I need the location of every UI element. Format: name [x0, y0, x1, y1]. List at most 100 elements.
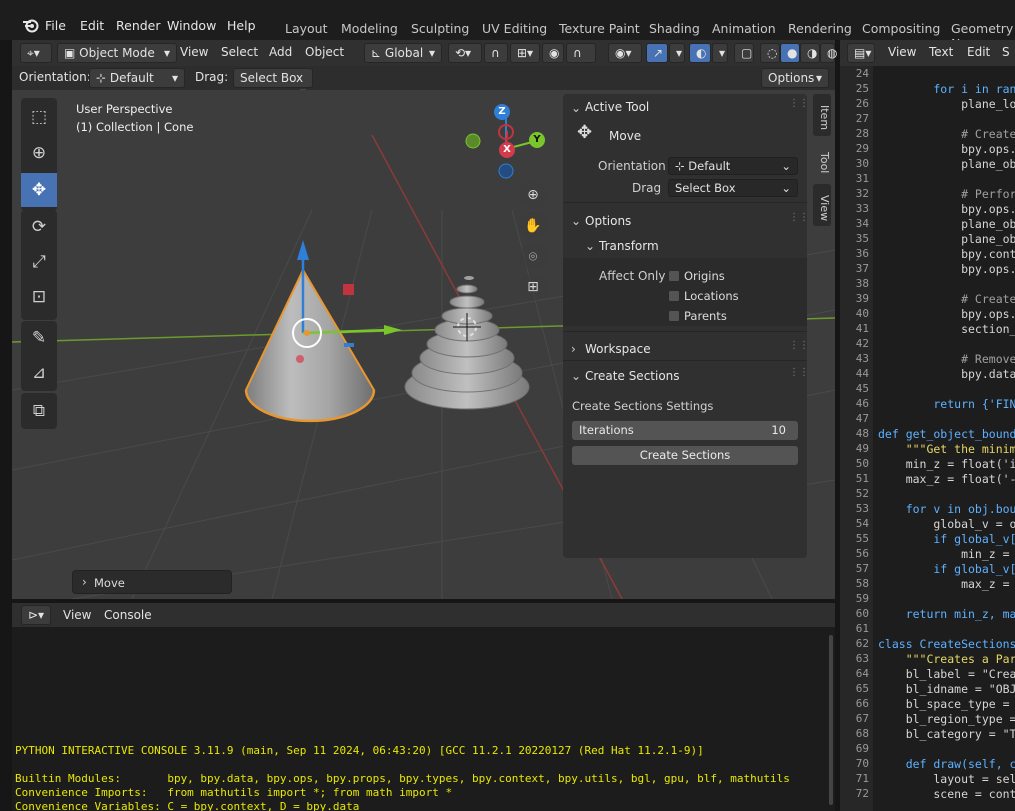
shading-rendered-button[interactable]: ◍ — [820, 43, 837, 63]
code-line: bpy.ops. — [878, 262, 1015, 276]
overlays-dropdown[interactable]: ▾ — [712, 43, 728, 63]
shading-wireframe-button[interactable]: ◌ — [760, 43, 780, 63]
python-console[interactable]: PYTHON INTERACTIVE CONSOLE 3.11.9 (main,… — [12, 627, 835, 811]
menu-help[interactable]: Help — [227, 18, 256, 33]
xray-toggle[interactable]: ▢ — [734, 43, 754, 63]
viewport-3d[interactable]: Z Y X User Perspective (1) Collection | … — [12, 90, 835, 599]
text-editor[interactable]: 24 25 26 27 28 29 30 31 32 33 34 35 36 37 38 39 40 41 42 43… — [840, 66, 1015, 811]
workspace-tab-animation[interactable]: Animation — [712, 21, 776, 36]
object-mode-dropdown[interactable]: ▣ Object Mode ▾ — [57, 43, 177, 63]
camera-view-button[interactable]: ⌾ — [519, 243, 547, 271]
tool-rotate[interactable]: ⟳ — [21, 210, 57, 244]
code-line: bpy.cont — [878, 247, 1015, 261]
code-line: for i in ran — [878, 82, 1015, 96]
viewport-menu-select[interactable]: Select — [221, 45, 258, 59]
shading-solid-button[interactable]: ● — [780, 43, 800, 63]
workspace-tab-uv-editing[interactable]: UV Editing — [482, 21, 547, 36]
console-menu-view[interactable]: View — [63, 608, 91, 622]
snap-target-dropdown[interactable]: ⊞▾ — [510, 43, 540, 63]
create-sections-panel-title[interactable]: Create Sections — [585, 369, 680, 383]
proportional-edit-toggle[interactable]: ◉ — [542, 43, 564, 63]
tool-scale[interactable]: ⤢ — [21, 245, 57, 279]
drag-grip-icon[interactable]: ⋮⋮ — [789, 340, 809, 351]
gizmo-toggle[interactable]: ↗ — [646, 43, 668, 63]
tool-move[interactable]: ✥ — [21, 173, 57, 207]
sidebar-tab-item[interactable]: Item — [813, 94, 831, 136]
snap-toggle[interactable]: ∩ — [484, 43, 508, 63]
perspective-toggle-button[interactable]: ⊞ — [519, 273, 547, 301]
affect-origins-label[interactable]: Origins — [684, 269, 725, 283]
sidebar-tab-tool[interactable]: Tool — [813, 139, 831, 181]
shading-material-button[interactable]: ◑ — [800, 43, 820, 63]
affect-locations-label[interactable]: Locations — [684, 289, 739, 303]
menu-window[interactable]: Window — [167, 18, 216, 33]
active-tool-title[interactable]: Active Tool — [585, 100, 649, 114]
sidebar-tab-view[interactable]: View — [813, 184, 831, 226]
viewport-menu-view[interactable]: View — [180, 45, 208, 59]
last-operator-panel[interactable]: › Move — [72, 570, 232, 594]
code-line: max_z = float('- — [878, 472, 1015, 486]
tool-settings-header: Orientation: ⊹ Default ▾ Drag: Select Bo… — [12, 66, 835, 99]
overlays-toggle[interactable]: ◐ — [689, 43, 711, 63]
workspace-tab-rendering[interactable]: Rendering — [788, 21, 852, 36]
affect-origins-checkbox[interactable] — [668, 270, 680, 282]
console-scrollbar[interactable] — [829, 635, 833, 805]
divider — [563, 331, 807, 332]
npanel-drag-value: Select Box — [675, 181, 736, 195]
gizmo-z-axis[interactable]: Z — [494, 104, 510, 120]
options-panel-title[interactable]: Options — [585, 214, 631, 228]
menu-edit[interactable]: Edit — [80, 18, 104, 33]
iterations-field[interactable]: Iterations 10 — [572, 421, 798, 440]
drag-grip-icon[interactable]: ⋮⋮ — [789, 367, 809, 378]
options-dropdown[interactable]: Options ▾ — [761, 68, 829, 88]
zoom-button[interactable]: ⊕ — [519, 181, 547, 209]
code-line: bpy.ops. — [878, 202, 1015, 216]
workspace-tab-sculpting[interactable]: Sculpting — [411, 21, 469, 36]
workspace-panel-title[interactable]: Workspace — [585, 342, 651, 356]
workspace-tab-texture-paint[interactable]: Texture Paint — [559, 21, 640, 36]
npanel-drag-dropdown[interactable]: Select Box ⌄ — [668, 179, 798, 197]
viewport-menu-add[interactable]: Add — [269, 45, 292, 59]
orientation-dropdown[interactable]: ⊹ Default ▾ — [89, 68, 185, 88]
drag-dropdown[interactable]: Select Box ▾ — [233, 68, 313, 99]
tool-select-box[interactable]: ⬚ — [21, 100, 57, 134]
text-menu-text[interactable]: Text — [929, 45, 953, 59]
create-sections-button[interactable]: Create Sections — [572, 446, 798, 465]
pivot-point-dropdown[interactable]: ⟲▾ — [448, 43, 482, 63]
viewport-menu-object[interactable]: Object — [305, 45, 344, 59]
gizmo-dropdown[interactable]: ▾ — [669, 43, 685, 63]
workspace-tab-layout[interactable]: Layout — [285, 21, 328, 36]
console-editor-type-button[interactable]: ⊳▾ — [21, 605, 51, 625]
text-menu-edit[interactable]: Edit — [967, 45, 990, 59]
editor-type-button[interactable]: ⌖▾ — [20, 43, 52, 63]
tool-cursor[interactable]: ⊕ — [21, 136, 57, 170]
text-menu-view[interactable]: View — [888, 45, 916, 59]
pan-button[interactable]: ✋ — [519, 212, 547, 240]
tool-measure[interactable]: ⊿ — [21, 356, 57, 390]
tool-annotate[interactable]: ✎ — [21, 321, 57, 355]
workspace-tab-shading[interactable]: Shading — [649, 21, 700, 36]
drag-grip-icon[interactable]: ⋮⋮ — [789, 98, 809, 109]
npanel-orientation-dropdown[interactable]: ⊹ Default ⌄ — [668, 157, 798, 175]
falloff-dropdown[interactable]: ∩ — [566, 43, 596, 63]
text-menu-select[interactable]: S — [1002, 45, 1010, 59]
affect-parents-label[interactable]: Parents — [684, 309, 727, 323]
drag-grip-icon[interactable]: ⋮⋮ — [789, 212, 809, 223]
transform-orientation-dropdown[interactable]: ⊾ Global ▾ — [364, 43, 442, 63]
transform-subpanel-title[interactable]: Transform — [599, 239, 659, 253]
workspace-tab-compositing[interactable]: Compositing — [862, 21, 940, 36]
console-menu-console[interactable]: Console — [104, 608, 152, 622]
tool-transform[interactable]: ⊡ — [21, 280, 57, 314]
affect-locations-checkbox[interactable] — [668, 290, 680, 302]
affect-parents-checkbox[interactable] — [668, 310, 680, 322]
code-area[interactable]: for i in ran plane_lo # Create bpy.ops. … — [840, 66, 1015, 811]
menu-file[interactable]: File — [45, 18, 66, 33]
tool-add-cube[interactable]: ⧉ — [21, 394, 57, 428]
text-editor-type-button[interactable]: ▤▾ — [847, 43, 875, 63]
menu-render[interactable]: Render — [116, 18, 161, 33]
visibility-dropdown[interactable]: ◉▾ — [608, 43, 642, 63]
gizmo-y-axis[interactable]: Y — [529, 132, 545, 148]
gizmo-x-axis[interactable]: X — [499, 142, 515, 158]
workspace-tab-modeling[interactable]: Modeling — [341, 21, 398, 36]
blender-logo-icon[interactable] — [22, 17, 40, 33]
